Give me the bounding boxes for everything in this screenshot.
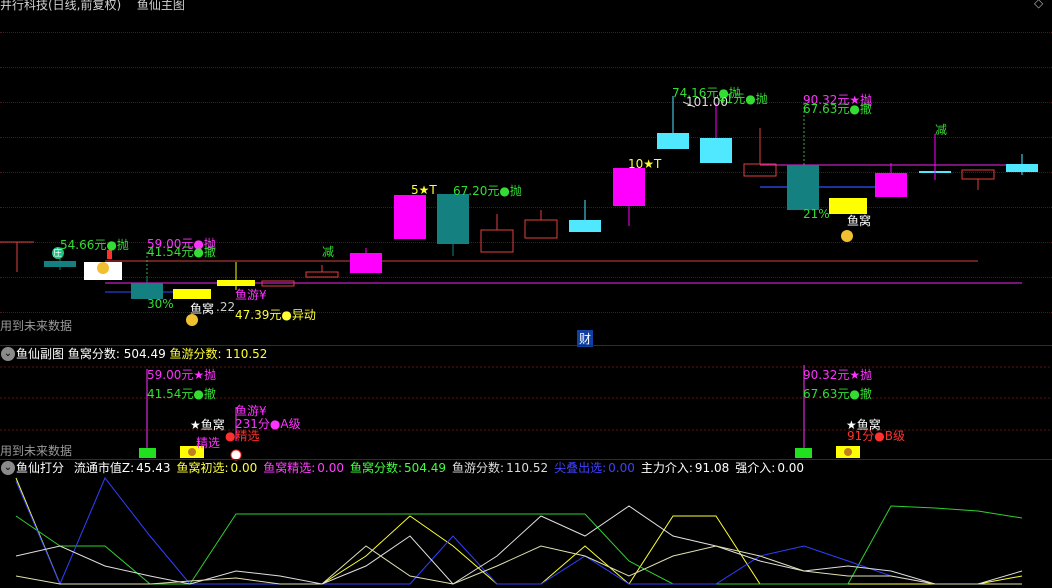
coin-icon [841, 230, 853, 242]
label-6763: 67.63元●撤 [803, 102, 872, 116]
sub-yuwo: ★鱼窝 [190, 418, 225, 432]
label-10t: 10★T [628, 157, 662, 171]
sub-9032: 90.32元★抛 [803, 368, 873, 382]
sub-5900: 59.00元★抛 [147, 368, 217, 382]
label-5t: 5★T [411, 183, 437, 197]
label-jian2: 减 [935, 123, 948, 137]
label-122: .22 [216, 300, 236, 314]
score-item: 鱼窝分数: 504.49 [350, 461, 447, 475]
sub-6763: 67.63元●撤 [803, 387, 872, 401]
label-pct30: 30% [147, 297, 174, 311]
score-item: 强介入: 0.00 [735, 461, 805, 475]
collapse-icon[interactable]: ⌄ [1, 461, 15, 475]
coin-icon [188, 448, 196, 456]
label-yuwo1: 鱼窝 [190, 302, 215, 316]
score-item: 鱼窝初选: 0.00 [176, 461, 258, 475]
score-item: 主力介入: 91.08 [640, 461, 730, 475]
label-5466: 54.66元●抛 [60, 238, 129, 252]
main-chart [0, 96, 1038, 326]
score-chart [15, 477, 1023, 586]
sub-watermark: 用到未来数据 [0, 444, 73, 458]
label-jian1: 减 [322, 245, 335, 259]
score-item: 鱼游分数: 110.52 [452, 461, 549, 475]
label-41b: 41元●抛 [718, 92, 768, 106]
coin-icon [844, 448, 852, 456]
score-item: 尖叠出选: 0.00 [554, 461, 635, 475]
sub-jing2: ●精选 [225, 429, 260, 443]
label-yuwo2: 鱼窝 [847, 214, 872, 228]
sub-4154: 41.54元●撤 [147, 387, 216, 401]
label-4154a: 41.54元●撤 [147, 245, 216, 259]
score-header: 鱼仙打分 流通市值Z: 45.43 鱼窝初选: 0.00 鱼窝精选: 0.00 鱼窝分数: 5… [16, 459, 804, 476]
label-pct21: 21% [803, 207, 830, 221]
label-6720: 67.20元●抛 [453, 184, 522, 198]
score-title: 鱼仙打分 [16, 461, 65, 475]
label-4739: 47.39元●异动 [235, 308, 316, 322]
score-item: 鱼窝精选: 0.00 [263, 461, 344, 475]
label-yuyou: 鱼游¥ [235, 288, 267, 302]
coin-icon [97, 262, 109, 274]
score-item: 流通市值Z: 45.43 [73, 461, 171, 475]
sub-b91: 91分●B级 [847, 429, 905, 443]
main-watermark: 用到未来数据 [0, 319, 73, 333]
sub-jingxuan: 精选 [196, 436, 221, 450]
